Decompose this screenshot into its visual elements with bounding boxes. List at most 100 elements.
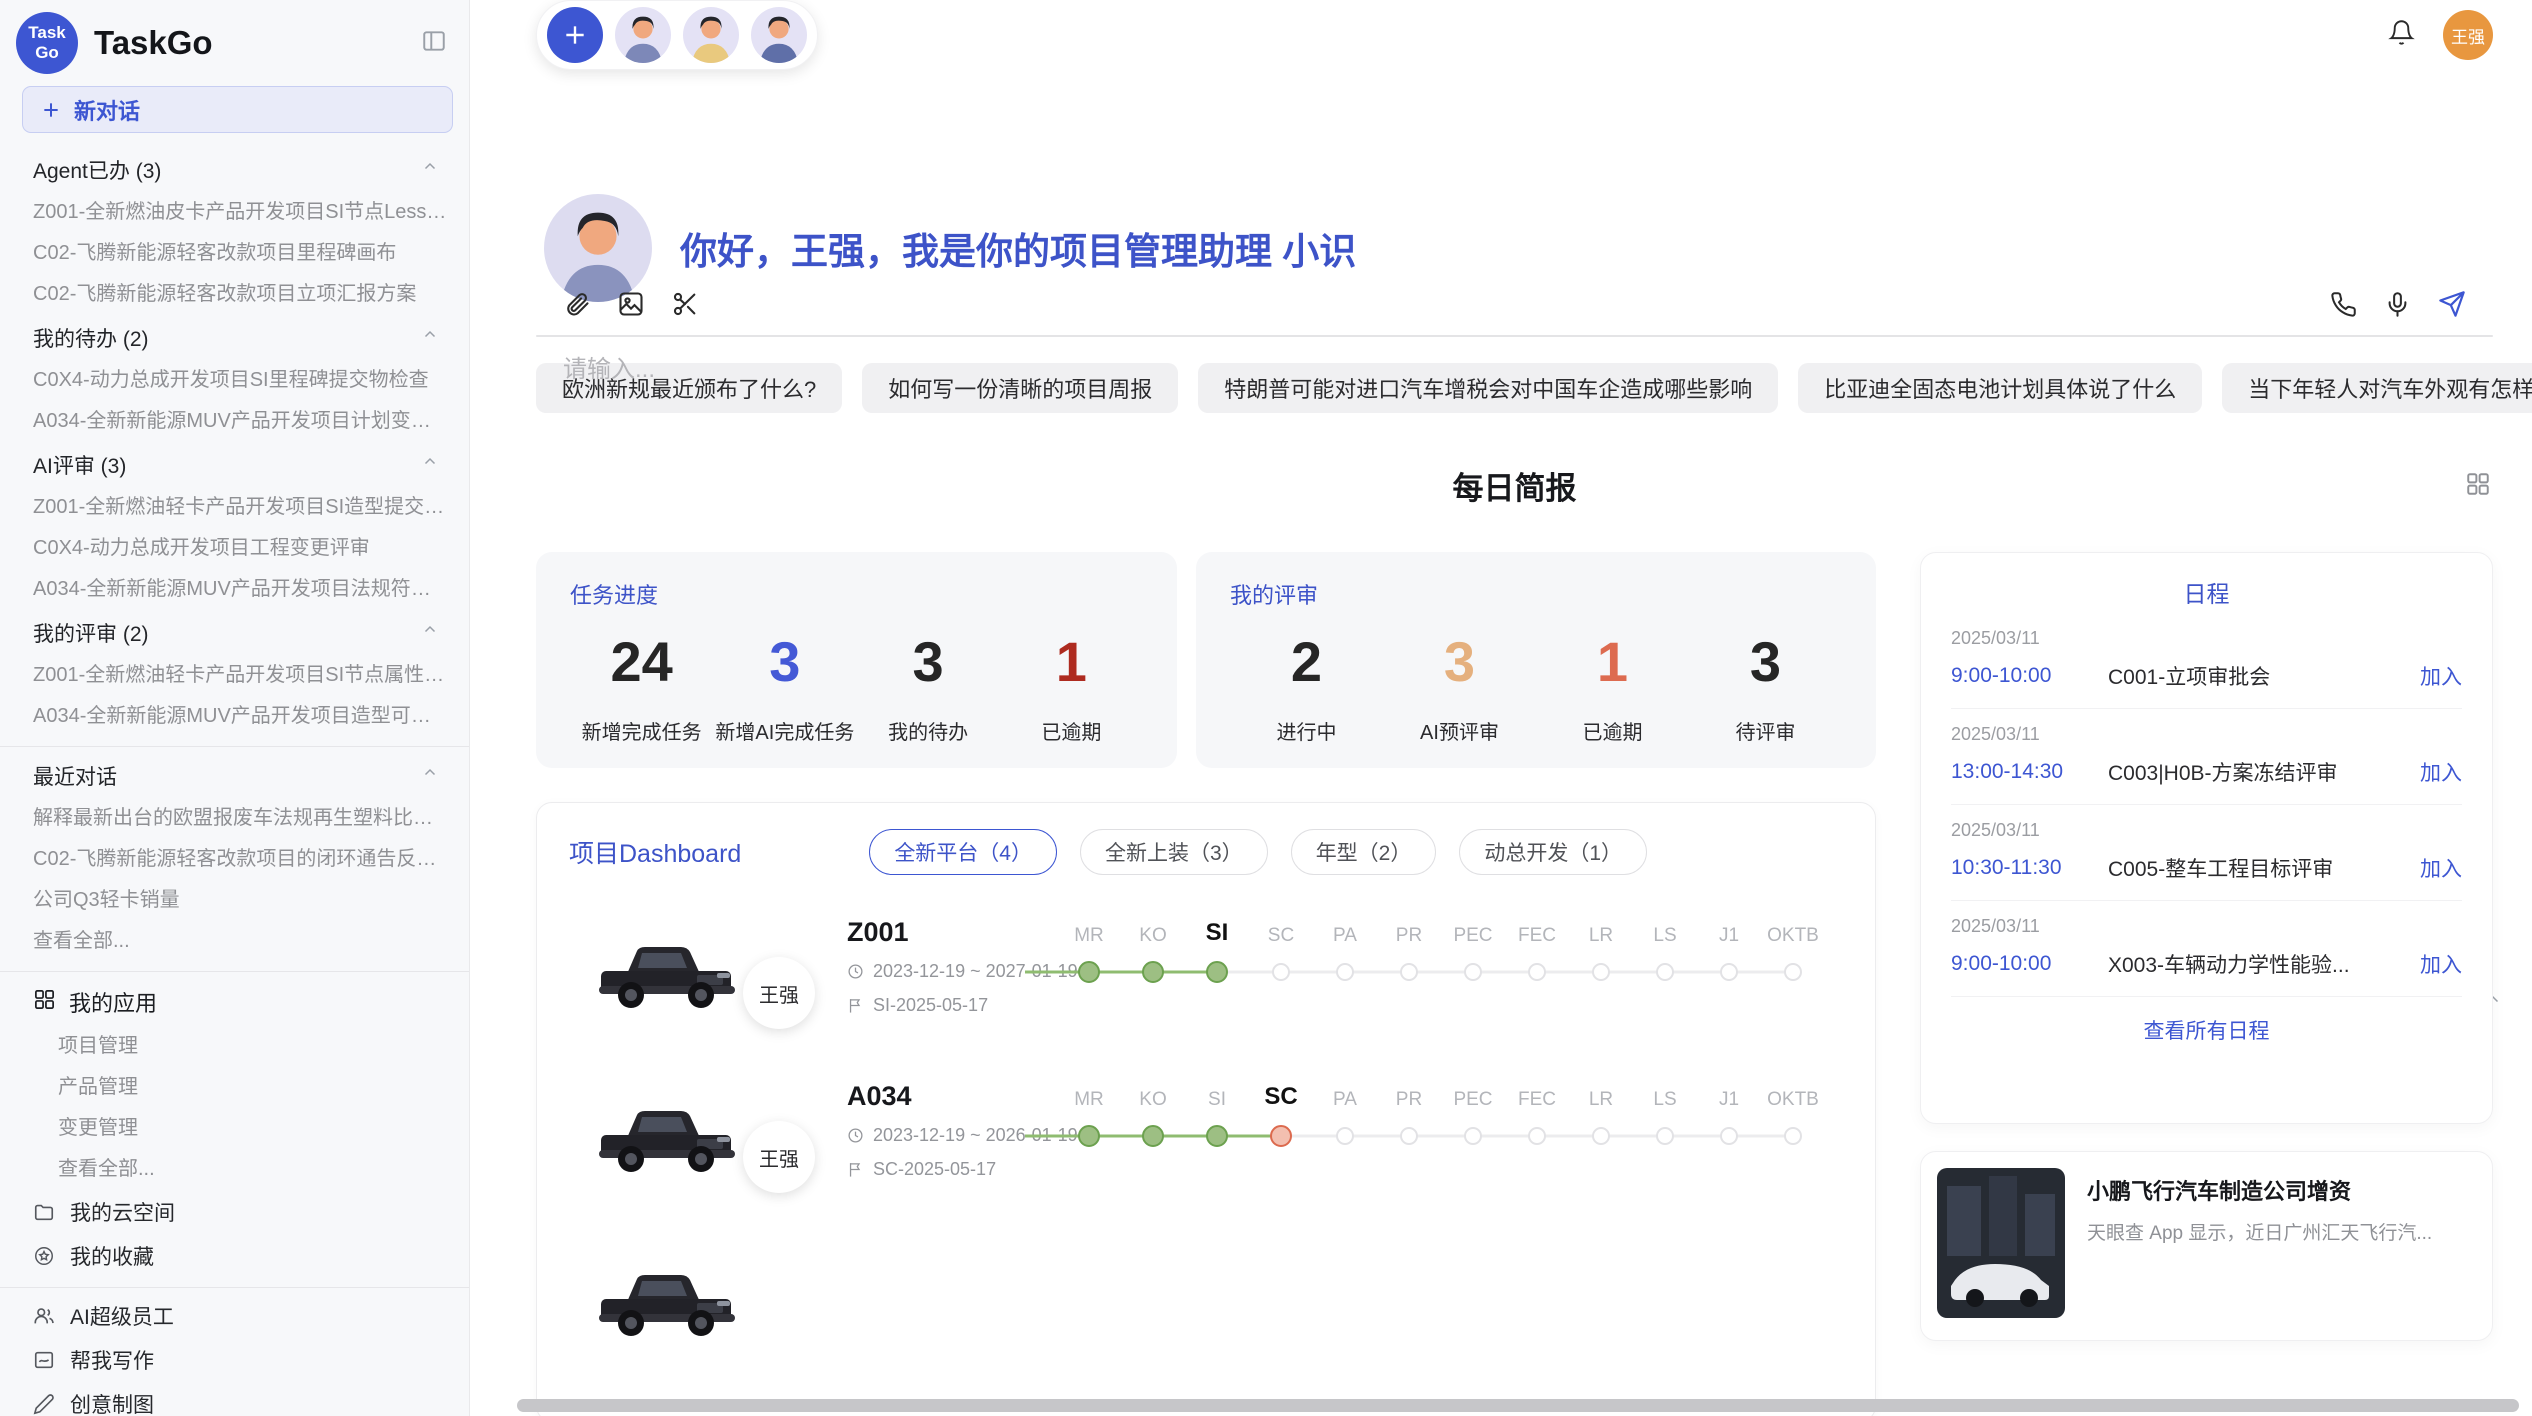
news-card[interactable]: 小鹏飞行汽车制造公司增资 天眼查 App 显示，近日广州汇天飞行汽... xyxy=(1920,1151,2493,1341)
section-label: 我的待办 (2) xyxy=(33,323,149,353)
project-dashboard-card: 项目Dashboard 全新平台（4） 全新上装（3） 年型（2） 动总开发（1） 王… xyxy=(536,802,1876,1416)
sidebar-app-item[interactable]: 产品管理 xyxy=(0,1067,469,1108)
dashboard-tab[interactable]: 年型（2） xyxy=(1291,829,1437,875)
horizontal-scrollbar[interactable] xyxy=(517,1399,2519,1412)
stats-row: 任务进度 24 新增完成任务 3 新增AI xyxy=(536,552,1876,768)
sidebar-task-item[interactable]: Z001-全新燃油皮卡产品开发项目SI节点Lesson Learn报告 xyxy=(0,192,469,233)
milestone-label: FEC xyxy=(1505,1089,1569,1111)
add-agent-button[interactable] xyxy=(547,7,603,63)
agent-avatar[interactable] xyxy=(751,7,807,63)
stat-value: 1 xyxy=(1536,630,1689,694)
agent-done-list: Z001-全新燃油皮卡产品开发项目SI节点Lesson Learn报告C02-飞… xyxy=(0,192,469,315)
divider xyxy=(0,1287,469,1288)
sidebar-task-item[interactable]: A034-全新新能源MUV产品开发项目计划变更表编写 xyxy=(0,401,469,442)
milestone-label: FEC xyxy=(1505,925,1569,947)
apps-grid-icon xyxy=(33,988,56,1017)
stat-value: 3 xyxy=(857,630,1000,694)
sidebar-recent-item[interactable]: 查看全部... xyxy=(0,921,469,962)
input-toolbar-right xyxy=(2330,290,2466,318)
sidebar-task-item[interactable]: C02-飞腾新能源轻客改款项目立项汇报方案 xyxy=(0,274,469,315)
screenshot-scissors-icon[interactable] xyxy=(671,290,699,318)
project-row[interactable]: 王强 A034 2023-12-19 ~ 2026-01-19 SC-2025-… xyxy=(569,1079,1843,1203)
milestone-label: LR xyxy=(1569,1089,1633,1111)
attach-icon[interactable] xyxy=(563,290,591,318)
project-info: A034 2023-12-19 ~ 2026-01-19 SC-2025-05-… xyxy=(847,1081,1078,1180)
view-all-schedule-link[interactable]: 查看所有日程 xyxy=(1951,997,2462,1045)
chevron-up-icon xyxy=(421,764,439,788)
sidebar-task-item[interactable]: Z001-全新燃油轻卡产品开发项目SI节点属性5D文件评审 xyxy=(0,655,469,696)
send-icon[interactable] xyxy=(2438,290,2466,318)
schedule-event: 2025/03/11 9:00-10:00 X003-车辆动力学性能验... 加… xyxy=(1951,901,2462,997)
agent-avatar[interactable] xyxy=(683,7,739,63)
milestone-label: LS xyxy=(1633,925,1697,947)
microphone-icon[interactable] xyxy=(2384,291,2411,318)
sidebar-recent-item[interactable]: 公司Q3轻卡销量 xyxy=(0,880,469,921)
sidebar-task-item[interactable]: A034-全新新能源MUV产品开发项目造型可行性评审 xyxy=(0,696,469,737)
milestone-dots xyxy=(1057,960,1847,984)
sidebar-item-ai-employee[interactable]: AI超级员工 xyxy=(0,1294,469,1338)
sidebar-task-item[interactable]: C0X4-动力总成开发项目工程变更评审 xyxy=(0,528,469,569)
sidebar-collapse-icon[interactable] xyxy=(421,28,447,59)
voice-call-icon[interactable] xyxy=(2330,291,2357,318)
schedule-event: 2025/03/11 13:00-14:30 C003|H0B-方案冻结评审 加… xyxy=(1951,709,2462,805)
milestone-label: LR xyxy=(1569,925,1633,947)
sidebar-task-item[interactable]: A034-全新新能源MUV产品开发项目法规符合性评审 xyxy=(0,569,469,610)
join-link[interactable]: 加入 xyxy=(2420,757,2462,787)
schedule-list: 2025/03/11 9:00-10:00 C001-立项审批会 加入 2025… xyxy=(1951,613,2462,997)
divider xyxy=(0,971,469,972)
notification-bell-icon[interactable] xyxy=(2388,19,2415,51)
sidebar-section-my-apps[interactable]: 我的应用 xyxy=(0,978,469,1026)
milestone-label: SC xyxy=(1249,1083,1313,1111)
content-columns: 任务进度 24 新增完成任务 3 新增AI xyxy=(536,552,2493,1416)
user-avatar[interactable]: 王强 xyxy=(2443,10,2493,60)
agent-avatar[interactable] xyxy=(615,7,671,63)
sidebar-section-recent[interactable]: 最近对话 xyxy=(0,753,469,798)
recent-list: 解释最新出台的欧盟报废车法规再生塑料比例被调至15%...C02-飞腾新能源轻客… xyxy=(0,798,469,962)
milestone-label: PA xyxy=(1313,925,1377,947)
new-chat-label: 新对话 xyxy=(74,94,140,126)
sidebar-task-item[interactable]: C0X4-动力总成开发项目SI里程碑提交物检查 xyxy=(0,360,469,401)
sidebar-app-item[interactable]: 变更管理 xyxy=(0,1108,469,1149)
stat-value: 24 xyxy=(570,630,713,694)
sidebar-item-creative-drawing[interactable]: 创意制图 xyxy=(0,1382,469,1416)
milestone-label: PA xyxy=(1313,1089,1377,1111)
stat-columns: 2 进行中 3 AI预评审 1 xyxy=(1230,630,1842,745)
app-root: Task Go TaskGo 新对话 Agent已办 (3) Z001-全新燃油… xyxy=(0,0,2532,1416)
join-link[interactable]: 加入 xyxy=(2420,949,2462,979)
chevron-up-icon xyxy=(421,453,439,477)
sidebar-app-item[interactable]: 查看全部... xyxy=(0,1149,469,1190)
sidebar-task-item[interactable]: C02-飞腾新能源轻客改款项目里程碑画布 xyxy=(0,233,469,274)
sidebar-recent-item[interactable]: C02-飞腾新能源轻客改款项目的闭环通告反馈情况 xyxy=(0,839,469,880)
sidebar-section-agent-done[interactable]: Agent已办 (3) xyxy=(0,147,469,192)
join-link[interactable]: 加入 xyxy=(2420,661,2462,691)
event-time: 9:00-10:00 xyxy=(1951,664,2108,688)
cloud-space-label: 我的云空间 xyxy=(70,1197,175,1227)
chat-input-box[interactable] xyxy=(536,335,2493,337)
new-chat-button[interactable]: 新对话 xyxy=(22,86,453,133)
dashboard-tab[interactable]: 全新平台（4） xyxy=(869,829,1057,875)
chat-input[interactable] xyxy=(563,356,2466,384)
join-link[interactable]: 加入 xyxy=(2420,853,2462,883)
stat-value: 3 xyxy=(1383,630,1536,694)
sidebar-task-item[interactable]: Z001-全新燃油轻卡产品开发项目SI造型提交物评审 xyxy=(0,487,469,528)
briefing-header: 每日简报 xyxy=(536,463,2493,508)
dashboard-title: 项目Dashboard xyxy=(569,834,741,870)
project-row[interactable]: 王强 Z001 2023-12-19 ~ 2027-01-19 SI-2025-… xyxy=(569,915,1843,1039)
stat: 3 待评审 xyxy=(1689,630,1842,745)
layout-grid-icon[interactable] xyxy=(2465,471,2491,502)
dashboard-tab[interactable]: 动总开发（1） xyxy=(1459,829,1647,875)
event-time: 13:00-14:30 xyxy=(1951,760,2108,784)
sidebar-logo-row: Task Go TaskGo xyxy=(0,0,469,82)
sidebar-section-ai-review[interactable]: AI评审 (3) xyxy=(0,442,469,487)
sidebar-section-my-todo[interactable]: 我的待办 (2) xyxy=(0,315,469,360)
sidebar-section-my-review[interactable]: 我的评审 (2) xyxy=(0,610,469,655)
sidebar-app-item[interactable]: 项目管理 xyxy=(0,1026,469,1067)
sidebar-recent-item[interactable]: 解释最新出台的欧盟报废车法规再生塑料比例被调至15%... xyxy=(0,798,469,839)
sidebar-item-cloud-space[interactable]: 我的云空间 xyxy=(0,1190,469,1234)
sidebar-item-favorites[interactable]: 我的收藏 xyxy=(0,1234,469,1278)
dashboard-tabs: 全新平台（4） 全新上装（3） 年型（2） 动总开发（1） xyxy=(869,829,1647,875)
image-upload-icon[interactable] xyxy=(617,290,645,318)
dashboard-tab[interactable]: 全新上装（3） xyxy=(1080,829,1268,875)
project-owner-badge: 王强 xyxy=(743,1121,815,1193)
sidebar-item-writing-helper[interactable]: 帮我写作 xyxy=(0,1338,469,1382)
